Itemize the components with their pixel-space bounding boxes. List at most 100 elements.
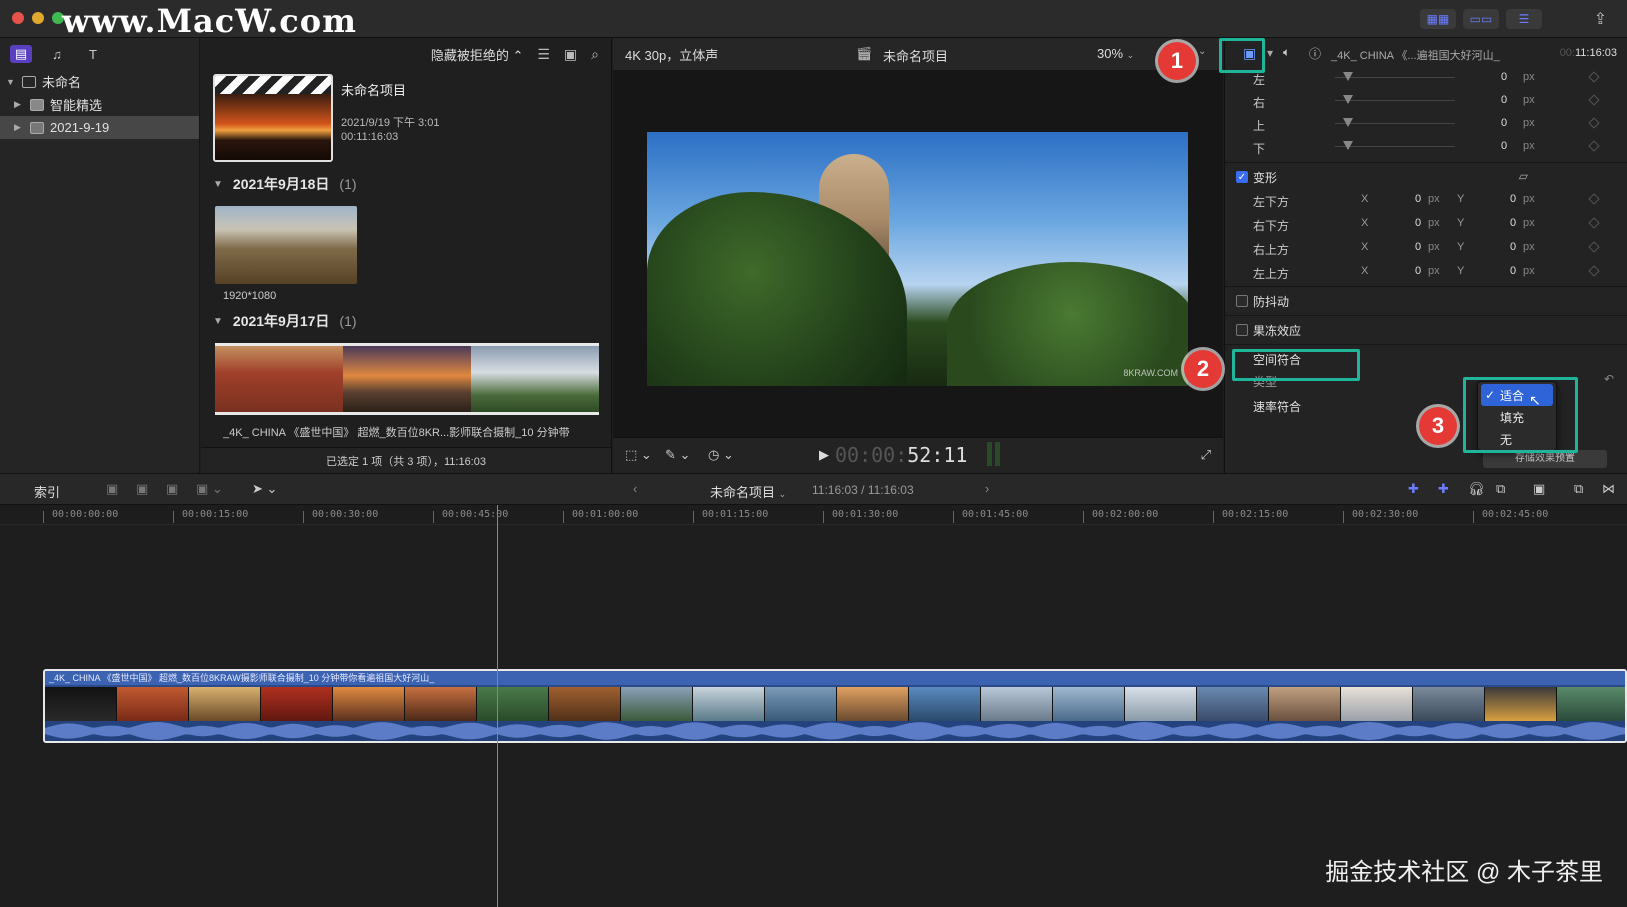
keyframe-icon[interactable] xyxy=(1588,71,1600,83)
effects-browser-icon[interactable]: ⧉ xyxy=(1574,481,1583,497)
snapping-icon[interactable]: ⧉ xyxy=(1496,481,1505,497)
event-count: (1) xyxy=(339,313,357,329)
y-value[interactable]: 0 xyxy=(1510,265,1516,277)
show-timeline-button[interactable]: ▭▭ xyxy=(1463,9,1499,29)
crop-value[interactable]: 0 xyxy=(1501,71,1507,83)
minimize-window-button[interactable] xyxy=(32,12,44,24)
timecode-display[interactable]: 00:00:52:11 xyxy=(835,443,967,467)
disclosure-right-icon[interactable]: ▶ xyxy=(14,99,24,110)
forward-arrow-icon[interactable]: › xyxy=(985,481,989,496)
clip-filmstrip[interactable] xyxy=(215,343,599,415)
headphones-icon[interactable]: 🎧︎ xyxy=(1468,481,1485,497)
search-icon[interactable]: ⌕ xyxy=(591,46,599,63)
slider-knob[interactable] xyxy=(1343,95,1353,104)
slider-knob[interactable] xyxy=(1343,141,1353,150)
distort-onscreen-icon[interactable]: ▱ xyxy=(1519,169,1528,183)
keyframe-icon[interactable] xyxy=(1588,241,1600,253)
rolling-shutter-checkbox[interactable] xyxy=(1236,324,1248,336)
disclosure-down-icon[interactable]: ▼ xyxy=(6,77,16,87)
crop-slider[interactable] xyxy=(1335,123,1455,124)
filmstrip-view-icon[interactable]: ▣ xyxy=(564,46,577,63)
show-browser-button[interactable]: ▦▦ xyxy=(1420,9,1456,29)
keyframe-icon[interactable] xyxy=(1588,117,1600,129)
corner-label: 左上方 xyxy=(1253,267,1290,281)
zoom-popup[interactable]: 30% ⌄ xyxy=(1097,46,1134,61)
disclosure-down-icon[interactable]: ▼ xyxy=(213,179,223,190)
library-item-smart-collections[interactable]: ▶ 智能精选 xyxy=(0,93,199,116)
crop-value[interactable]: 0 xyxy=(1501,117,1507,129)
transform-checkbox[interactable]: ✓ xyxy=(1236,171,1248,183)
filter-label: 隐藏被拒绝的 xyxy=(430,47,509,63)
crop-slider[interactable] xyxy=(1335,77,1455,78)
x-value[interactable]: 0 xyxy=(1415,265,1421,277)
photos-audio-icon[interactable]: ♫ xyxy=(46,45,68,63)
library-item-event[interactable]: ▶ 2021-9-19 xyxy=(0,116,199,139)
timeline-project-popup[interactable]: 未命名项目 ⌄ xyxy=(710,482,786,501)
timeline-icon: ▭▭ xyxy=(1469,12,1493,26)
libraries-icon[interactable]: ▤ xyxy=(10,45,32,63)
x-unit: px xyxy=(1428,241,1440,253)
retime-icon[interactable]: ◷ ⌄ xyxy=(708,447,734,463)
slider-knob[interactable] xyxy=(1343,72,1353,81)
info-inspector-icon[interactable]: ⓘ xyxy=(1309,45,1321,62)
keyframe-icon[interactable] xyxy=(1588,193,1600,205)
back-arrow-icon[interactable]: ‹ xyxy=(633,481,637,496)
index-button[interactable]: 索引 xyxy=(34,482,60,501)
transform-section[interactable]: ✓ 变形 ▱ xyxy=(1225,162,1627,190)
skimming-icon[interactable]: ✚ xyxy=(1408,481,1419,497)
show-inspector-button[interactable]: ☰ xyxy=(1506,9,1542,29)
keyframe-icon[interactable] xyxy=(1588,94,1600,106)
view-options-chevron-icon[interactable]: ⌄ xyxy=(1198,46,1206,57)
video-frame[interactable]: 8KRAW.COM xyxy=(647,132,1188,386)
project-thumbnail[interactable] xyxy=(213,74,333,162)
event-header[interactable]: ▼ 2021年9月17日 (1) xyxy=(213,311,357,331)
reset-icon[interactable]: ↶ xyxy=(1604,372,1614,386)
keyframe-icon[interactable] xyxy=(1588,217,1600,229)
transitions-browser-icon[interactable]: ⋈ xyxy=(1602,481,1615,497)
y-value[interactable]: 0 xyxy=(1510,241,1516,253)
fullscreen-icon[interactable]: ⤢ xyxy=(1201,447,1211,463)
timeline-ruler[interactable]: 00:00:00:00 00:00:15:00 00:00:30:00 00:00:4… xyxy=(0,505,1627,525)
connect-clip-icon[interactable]: ▣ xyxy=(106,481,118,497)
transform-icon[interactable]: ⬚ ⌄ xyxy=(625,447,652,463)
play-button[interactable]: ▶ xyxy=(819,447,829,463)
disclosure-down-icon[interactable]: ▼ xyxy=(213,316,223,327)
clip-appearance-icon[interactable]: ▣ xyxy=(1533,481,1545,497)
filter-icon[interactable]: ▾ xyxy=(1267,46,1273,60)
titles-generators-icon[interactable]: T xyxy=(82,45,104,63)
list-view-icon[interactable]: ☰ xyxy=(537,46,550,63)
y-label: Y xyxy=(1457,217,1465,229)
crop-value[interactable]: 0 xyxy=(1501,94,1507,106)
x-value[interactable]: 0 xyxy=(1415,193,1421,205)
crop-slider[interactable] xyxy=(1335,100,1455,101)
stabilization-section[interactable]: 防抖动 xyxy=(1225,286,1627,314)
select-tool-icon[interactable]: ➤ ⌄ xyxy=(252,481,277,497)
stabilization-checkbox[interactable] xyxy=(1236,295,1248,307)
audio-skimming-icon[interactable]: ✚ xyxy=(1438,481,1449,497)
rolling-shutter-section[interactable]: 果冻效应 xyxy=(1225,315,1627,343)
timeline-clip[interactable]: _4K_ CHINA 《盛世中国》 超燃_数百位8KRAW摄影师联合摄制_10 … xyxy=(43,669,1627,743)
event-header[interactable]: ▼ 2021年9月18日 (1) xyxy=(213,174,357,194)
library-item-root[interactable]: ▼ 未命名 xyxy=(0,70,199,93)
slider-knob[interactable] xyxy=(1343,118,1353,127)
insert-clip-icon[interactable]: ▣ xyxy=(136,481,148,497)
keyframe-icon[interactable] xyxy=(1588,265,1600,277)
close-window-button[interactable] xyxy=(12,12,24,24)
disclosure-right-icon[interactable]: ▶ xyxy=(14,122,24,133)
crop-slider[interactable] xyxy=(1335,146,1455,147)
share-icon[interactable]: ⇪ xyxy=(1594,9,1607,29)
append-clip-icon[interactable]: ▣ xyxy=(166,481,178,497)
y-value[interactable]: 0 xyxy=(1510,217,1516,229)
filmstrip-frame xyxy=(1557,687,1625,721)
crop-value[interactable]: 0 xyxy=(1501,140,1507,152)
audio-inspector-icon[interactable]: 🔈︎ xyxy=(1283,45,1290,60)
keyframe-icon[interactable] xyxy=(1588,140,1600,152)
enhance-wand-icon[interactable]: ✎ ⌄ xyxy=(665,447,690,463)
playhead[interactable] xyxy=(497,505,498,907)
overwrite-clip-icon[interactable]: ▣ ⌄ xyxy=(196,481,223,497)
x-value[interactable]: 0 xyxy=(1415,241,1421,253)
x-value[interactable]: 0 xyxy=(1415,217,1421,229)
y-value[interactable]: 0 xyxy=(1510,193,1516,205)
filter-popup[interactable]: 隐藏被拒绝的 ⌃ xyxy=(431,45,524,64)
clip-thumbnail[interactable] xyxy=(215,206,357,284)
